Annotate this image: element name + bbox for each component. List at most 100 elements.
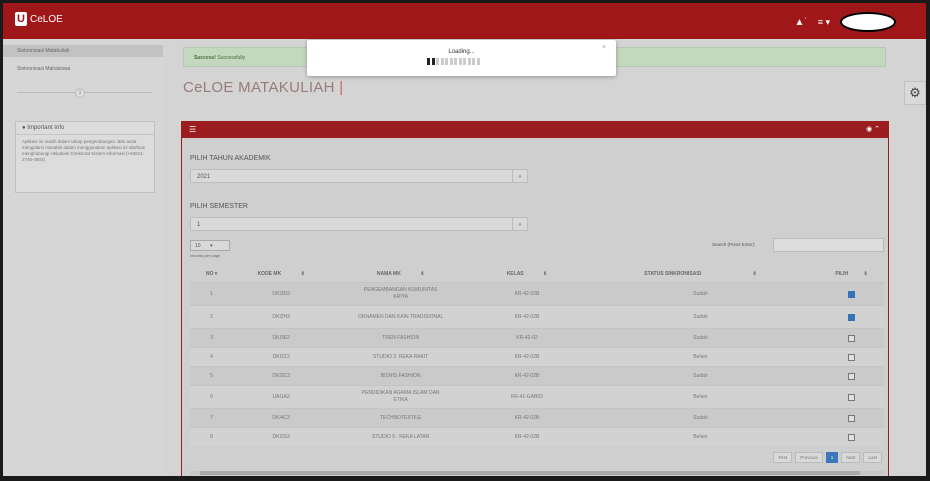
pilih-checkbox[interactable] xyxy=(848,433,856,441)
cell-kelas: KR-42-02B xyxy=(472,347,582,367)
first-page-button[interactable]: First xyxy=(773,452,793,463)
semester-select[interactable]: 1 ▾ xyxy=(190,217,528,231)
bell-icon[interactable]: ▲˙ xyxy=(794,17,807,28)
pilih-checkbox[interactable] xyxy=(848,372,856,380)
cell-kode: DKI4C3 xyxy=(233,408,330,428)
important-info-box: ● Important Info Aplikasi ini masih dala… xyxy=(15,121,155,193)
year-label: PILIH TAHUN AKADEMIK xyxy=(190,155,271,162)
cell-kelas: KR-42-02B xyxy=(472,305,582,329)
table-row: 4 DKI2Z3 STUDIO 2: REKA RAKIT KR-42-02B Belu… xyxy=(190,347,884,367)
table-row: 8 DKI3S3 STUDIO 5 : REKA LATAR KR-42-02B Bel… xyxy=(190,427,884,446)
cell-status: Belum xyxy=(581,427,820,446)
logo-icon: U xyxy=(15,12,27,26)
chevron-up-icon[interactable]: ⌃ xyxy=(874,126,880,133)
top-navbar: U CeLOE ▲˙ ≡ ▾ xyxy=(3,3,926,39)
scrollbar-thumb[interactable] xyxy=(200,471,860,475)
cell-nama: ORNAMEN DAN KAIN TRADISIONAL xyxy=(329,305,473,329)
info-title-text: Important Info xyxy=(27,125,65,131)
list-icon[interactable]: ☰ xyxy=(189,125,196,134)
app-name: CeLOE xyxy=(30,13,63,25)
table-header-row: NO ▾ KODE MK ⇕ NAMA MK ⇕ KELAS ⇕ STATUS … xyxy=(190,266,884,283)
cell-nama: PENDIDIKAN AGAMA ISLAM DAN ETIKA xyxy=(329,385,473,409)
cell-pilih xyxy=(819,385,884,409)
progress-segment xyxy=(454,58,457,65)
sidebar: Sinkronisasi Matakuliah Sinkronisasi Mah… xyxy=(3,39,163,476)
cell-pilih xyxy=(819,328,884,348)
pilih-checkbox[interactable] xyxy=(848,334,856,342)
gear-icon[interactable]: ⚙ xyxy=(904,81,926,105)
cell-kelas: KR-41-GAB03 xyxy=(472,385,582,409)
cell-kode: DKI2H3 xyxy=(233,305,330,329)
sort-icon: ⇕ xyxy=(863,271,868,277)
pilih-checkbox[interactable] xyxy=(848,313,856,321)
app-logo[interactable]: U CeLOE xyxy=(15,12,63,26)
cell-status: Sudah xyxy=(581,282,820,306)
pilih-checkbox[interactable] xyxy=(848,290,856,298)
horizontal-scrollbar[interactable] xyxy=(190,471,884,475)
chevron-down-icon: ▾ xyxy=(512,218,527,230)
cell-nama: BISNIS FASHION xyxy=(329,366,473,386)
pagination: First Previous 1 Next Last xyxy=(773,452,882,463)
cell-no: 8 xyxy=(190,427,234,446)
cell-nama: STUDIO 2: REKA RAKIT xyxy=(329,347,473,367)
cell-kelas: KR-42-02B xyxy=(472,282,582,306)
chevron-down-icon: ▾ xyxy=(512,170,527,182)
matakuliah-table: NO ▾ KODE MK ⇕ NAMA MK ⇕ KELAS ⇕ STATUS … xyxy=(190,266,884,446)
info-text: Aplikasi ini masih dalam tahap pengemban… xyxy=(22,139,146,162)
year-select[interactable]: 2021 ▾ xyxy=(190,169,528,183)
sidebar-item-matakuliah[interactable]: Sinkronisasi Matakuliah xyxy=(3,45,163,57)
cell-status: Sudah xyxy=(581,305,820,329)
eye-icon[interactable]: ◉ xyxy=(866,126,872,133)
loading-title: Loading... xyxy=(448,49,475,55)
progress-segment xyxy=(431,58,435,65)
cell-status: Sudah xyxy=(581,408,820,428)
previous-page-button[interactable]: Previous xyxy=(795,452,823,463)
table-row: 6 UAI1A2 PENDIDIKAN AGAMA ISLAM DAN ETIKA K… xyxy=(190,385,884,409)
per-page-select[interactable]: 10 ▾ xyxy=(190,240,230,251)
cell-status: Belum xyxy=(581,385,820,409)
sidebar-item-mahasiswa[interactable]: Sinkronisasi Mahasiswa xyxy=(3,63,163,75)
sort-icon: ⇕ xyxy=(752,271,757,277)
cell-nama: TREN FASHION xyxy=(329,328,473,348)
lightbulb-icon: ● xyxy=(22,125,26,131)
progress-segment xyxy=(449,58,453,65)
search-label: Search (Press Enter): xyxy=(712,242,756,247)
cell-kode: UAI1A2 xyxy=(233,385,330,409)
cell-nama: PENGEMBANGAN KOMUNITAS KRIYA xyxy=(329,282,473,306)
cell-no: 2 xyxy=(190,305,234,329)
col-kelas[interactable]: KELAS ⇕ xyxy=(472,266,582,283)
pilih-checkbox[interactable] xyxy=(848,414,856,422)
cell-kode: DKI3C3 xyxy=(233,366,330,386)
cell-kelas: KR-42-02 xyxy=(472,328,582,348)
pilih-checkbox[interactable] xyxy=(848,393,856,401)
last-page-button[interactable]: Last xyxy=(863,452,882,463)
user-avatar[interactable] xyxy=(840,12,896,32)
cell-no: 3 xyxy=(190,328,234,348)
semester-label: PILIH SEMESTER xyxy=(190,203,248,210)
next-page-button[interactable]: Next xyxy=(841,452,861,463)
col-status[interactable]: STATUS SINKRONISASI ⇕ xyxy=(582,266,819,283)
col-pilih[interactable]: PILIH ⇕ xyxy=(819,266,884,283)
progress-segment xyxy=(467,58,471,65)
menu-icon[interactable]: ≡ ▾ xyxy=(818,17,830,28)
page-title-text: CeLOE MATAKULIAH xyxy=(183,79,335,96)
col-nama[interactable]: NAMA MK ⇕ xyxy=(329,266,472,283)
progress-segment xyxy=(472,58,475,65)
cell-pilih xyxy=(819,282,884,306)
col-kode[interactable]: KODE MK ⇕ xyxy=(233,266,329,283)
sort-icon: ⇕ xyxy=(420,271,425,277)
cell-kode: DKI2Z3 xyxy=(233,347,330,367)
table-row: 5 DKI3C3 BISNIS FASHION KR-42-02B Sudah xyxy=(190,366,884,386)
cell-nama: TECHNOTEXTILE xyxy=(329,408,473,428)
cell-no: 6 xyxy=(190,385,234,409)
current-page-button[interactable]: 1 xyxy=(825,452,839,463)
progress-segment xyxy=(427,58,430,65)
pilih-checkbox[interactable] xyxy=(848,353,856,361)
cell-no: 4 xyxy=(190,347,234,367)
stepper-dot[interactable]: 1 xyxy=(75,88,85,98)
col-no[interactable]: NO ▾ xyxy=(190,266,233,283)
cell-status: Sudah xyxy=(581,366,820,386)
search-input[interactable] xyxy=(773,238,884,252)
cell-kelas: KR-42-02B xyxy=(472,408,582,428)
cell-pilih xyxy=(819,408,884,428)
